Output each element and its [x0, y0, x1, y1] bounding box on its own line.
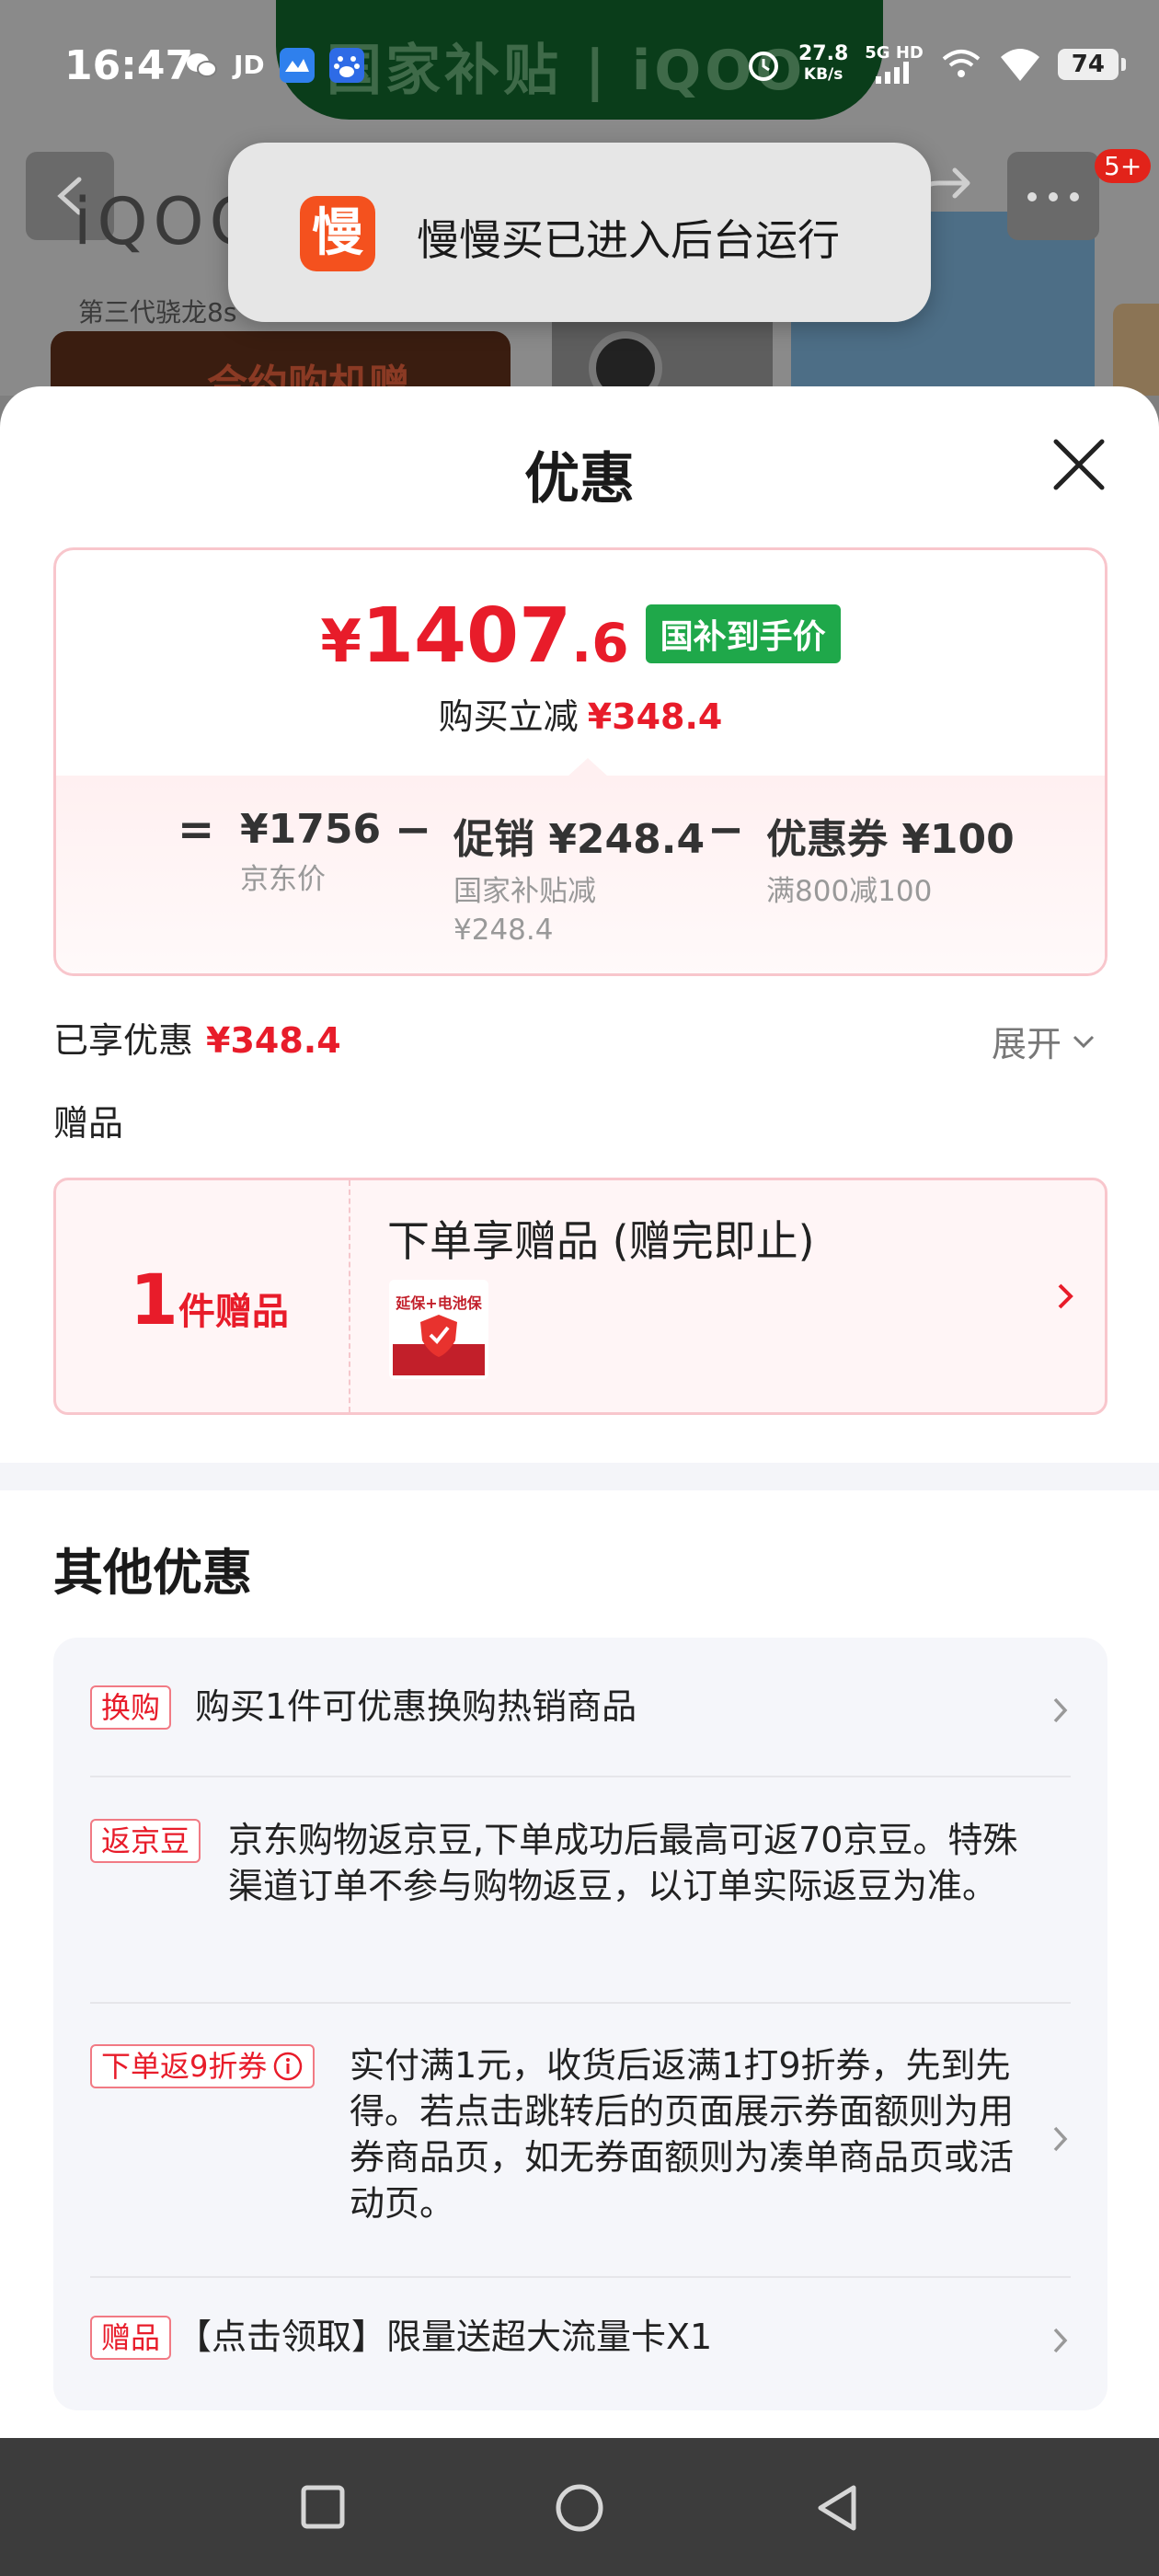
list-item-coupon-return[interactable]: 下单返9折券 实付满1元，收货后返满1打9折券，先到先得。若点击跳转后的页面展示… [90, 2042, 1071, 2236]
equals-sign: = [178, 804, 215, 856]
discount-sheet: 优惠 ¥1407.6 国补到手价 购买立减 ¥348.4 = ¥1756 京东价 … [0, 386, 1159, 2438]
minus-sign: − [395, 804, 432, 856]
minus-sign: − [707, 804, 745, 856]
jd-beans-text: 京东购物返京豆,下单成功后最高可返70京豆。特殊渠道订单不参与购物返豆，以订单实… [228, 1820, 1018, 1906]
chevron-right-icon [1058, 1283, 1073, 1309]
price-formula: = ¥1756 京东价 − 促销 ¥248.4 国家补贴减 ¥248.4 − 优… [56, 804, 1105, 973]
baidu-icon [328, 48, 364, 83]
gift-count: 1件赠品 [130, 1259, 289, 1340]
free-sim-text: 【点击领取】限量送超大流量卡X1 [177, 2317, 713, 2357]
jd-price: ¥1756 京东价 [240, 806, 382, 896]
expand-button[interactable]: 展开 [992, 1016, 1096, 1066]
system-indicators: 27.8 KB/s 5G HD 74 [745, 42, 1126, 85]
price-summary: ¥1407.6 国补到手价 购买立减 ¥348.4 [56, 550, 1105, 776]
free-sim-tag: 赠品 [90, 2316, 172, 2360]
message-badge: 5+ [1095, 149, 1152, 183]
more-button[interactable] [1007, 152, 1099, 240]
alarm-icon [749, 52, 778, 81]
other-discounts-title: 其他优惠 [53, 1544, 252, 1602]
gift-card[interactable]: 1件赠品 下单享赠品 (赠完即止) 延保+电池保 [53, 1178, 1107, 1415]
final-price-card: ¥1407.6 国补到手价 购买立减 ¥348.4 = ¥1756 京东价 − 促… [53, 547, 1107, 976]
network-speed: 27.8 KB/s [798, 42, 849, 85]
mail-icon [279, 48, 315, 83]
coupon-discount: 优惠券 ¥100 满800减100 [766, 816, 1015, 908]
battery-indicator: 74 [1057, 49, 1126, 80]
side-tab [1113, 304, 1159, 396]
hotspot-icon [942, 50, 981, 77]
gift-divider [349, 1180, 350, 1412]
system-nav-bar [0, 2438, 1159, 2576]
wechat-icon [184, 48, 219, 83]
signal-icon [876, 62, 910, 84]
promotion-discount: 促销 ¥248.4 国家补贴减 ¥248.4 [453, 816, 706, 947]
clock: 16:47 [64, 42, 194, 89]
chevron-down-icon [1073, 1035, 1095, 1048]
instant-discount: 购买立减 ¥348.4 [438, 696, 723, 737]
chevron-right-icon [1053, 2126, 1068, 2152]
toast-message: 慢慢买已进入后台运行 [417, 215, 840, 265]
list-item-exchange[interactable]: 换购 购买1件可优惠换购热销商品 [90, 1684, 1071, 1739]
close-icon[interactable] [1047, 432, 1111, 497]
wifi-icon [1000, 49, 1039, 81]
notification-icons: JD [184, 48, 364, 83]
info-icon [274, 2052, 303, 2081]
exchange-tag: 换购 [90, 1685, 172, 1730]
final-price: ¥1407.6 [320, 592, 629, 680]
chevron-right-icon [1053, 2328, 1068, 2353]
list-item-jd-beans: 返京豆 京东购物返京豆,下单成功后最高可返70京豆。特殊渠道订单不参与购物返豆，… [90, 1817, 1071, 1964]
network-type: 5G HD [865, 43, 924, 63]
gift-thumbnail: 延保+电池保 [389, 1280, 488, 1379]
recent-apps-button[interactable] [300, 2482, 346, 2532]
coupon-return-text: 实付满1元，收货后返满1打9折券，先到先得。若点击跳转后的页面展示券面额则为用券… [350, 2045, 1015, 2224]
enjoyed-discount: 已享优惠 ¥348.4 [53, 1020, 341, 1061]
coupon-return-tag: 下单返9折券 [90, 2044, 316, 2088]
sheet-title: 优惠 [524, 447, 635, 512]
background-running-toast: 慢 慢慢买已进入后台运行 [228, 143, 931, 322]
manmanmai-app-icon: 慢 [300, 196, 375, 271]
back-nav-button[interactable] [813, 2482, 861, 2534]
home-button[interactable] [554, 2482, 605, 2534]
status-bar: 16:47 JD 27.8 KB/s 5G HD 74 [0, 0, 1159, 138]
gift-headline: 下单享赠品 (赠完即止) [387, 1216, 815, 1266]
gift-thumbnail-text: 延保+电池保 [396, 1294, 482, 1312]
chevron-right-icon [1053, 1697, 1068, 1723]
gift-section-title: 赠品 [53, 1103, 124, 1144]
subsidy-price-tag: 国补到手价 [645, 604, 841, 663]
other-discounts-list: 换购 购买1件可优惠换购热销商品 返京豆 京东购物返京豆,下单成功后最高可返70… [53, 1638, 1107, 2410]
exchange-text: 购买1件可优惠换购热销商品 [195, 1686, 637, 1727]
list-item-free-sim[interactable]: 赠品 【点击领取】限量送超大流量卡X1 [90, 2314, 1071, 2369]
product-subtitle: 第三代骁龙8s [78, 297, 237, 328]
section-divider [0, 1463, 1159, 1490]
jd-icon: JD [234, 50, 265, 80]
signal-group: 5G HD [865, 45, 924, 84]
jd-beans-tag: 返京豆 [90, 1819, 201, 1863]
breakdown-notch [568, 758, 608, 776]
